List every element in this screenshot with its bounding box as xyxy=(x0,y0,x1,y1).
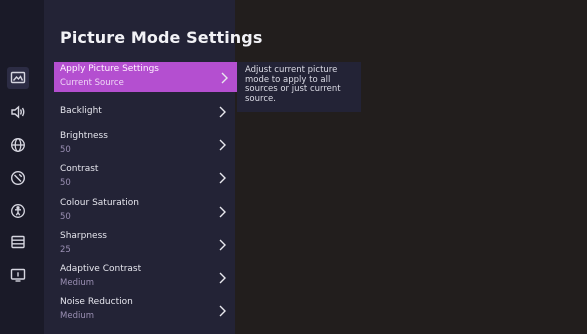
menu-item-label: Brightness xyxy=(60,131,108,141)
menu-item-label: Contrast xyxy=(60,164,99,174)
menu-item-apply-picture-settings[interactable]: Apply Picture Settings Current Source xyxy=(54,62,237,92)
menu-item-value: Current Source xyxy=(60,78,124,88)
menu-item-label: Adaptive Contrast xyxy=(60,264,142,274)
menu-item-value: Medium xyxy=(60,311,94,321)
menu-item-label: Apply Picture Settings xyxy=(60,64,159,74)
menu-item-sharpness[interactable]: Sharpness 25 xyxy=(56,229,235,259)
help-tooltip: Adjust current picture mode to apply to … xyxy=(237,62,361,112)
menu-item-label: Noise Reduction xyxy=(60,297,133,307)
menu-item-adaptive-contrast[interactable]: Adaptive Contrast Medium xyxy=(56,262,235,292)
menu-item-value: 50 xyxy=(60,145,71,155)
chevron-right-icon xyxy=(219,70,229,84)
menu-item-contrast[interactable]: Contrast 50 xyxy=(56,162,235,192)
chevron-right-icon xyxy=(217,170,227,184)
menu-item-value: 50 xyxy=(60,178,71,188)
display-icon[interactable] xyxy=(7,167,29,189)
storage-icon[interactable] xyxy=(7,231,29,253)
chevron-right-icon xyxy=(217,137,227,151)
tv-settings-screen: Picture Mode Settings Apply Picture Sett… xyxy=(0,0,587,334)
menu-item-label: Colour Saturation xyxy=(60,198,139,208)
sound-icon[interactable] xyxy=(7,101,29,123)
picture-mode-settings-panel: Picture Mode Settings Apply Picture Sett… xyxy=(44,0,262,334)
picture-icon[interactable] xyxy=(7,67,29,89)
menu-item-value: 50 xyxy=(60,212,71,222)
accessibility-icon[interactable] xyxy=(7,200,29,222)
chevron-right-icon xyxy=(217,270,227,284)
page-title: Picture Mode Settings xyxy=(60,28,263,47)
menu-item-label: Sharpness xyxy=(60,231,107,241)
menu-item-value: 25 xyxy=(60,245,71,255)
chevron-right-icon xyxy=(217,104,227,118)
menu-item-colour-saturation[interactable]: Colour Saturation 50 xyxy=(56,196,235,226)
chevron-right-icon xyxy=(217,237,227,251)
network-icon[interactable] xyxy=(7,134,29,156)
menu-item-value: Medium xyxy=(60,278,94,288)
menu-item-backlight[interactable]: Backlight xyxy=(56,96,235,126)
menu-item-noise-reduction[interactable]: Noise Reduction Medium xyxy=(56,295,235,325)
settings-category-rail xyxy=(0,0,44,334)
info-icon[interactable] xyxy=(7,264,29,286)
chevron-right-icon xyxy=(217,303,227,317)
chevron-right-icon xyxy=(217,204,227,218)
menu-item-brightness[interactable]: Brightness 50 xyxy=(56,129,235,159)
menu-item-label: Backlight xyxy=(60,106,102,116)
